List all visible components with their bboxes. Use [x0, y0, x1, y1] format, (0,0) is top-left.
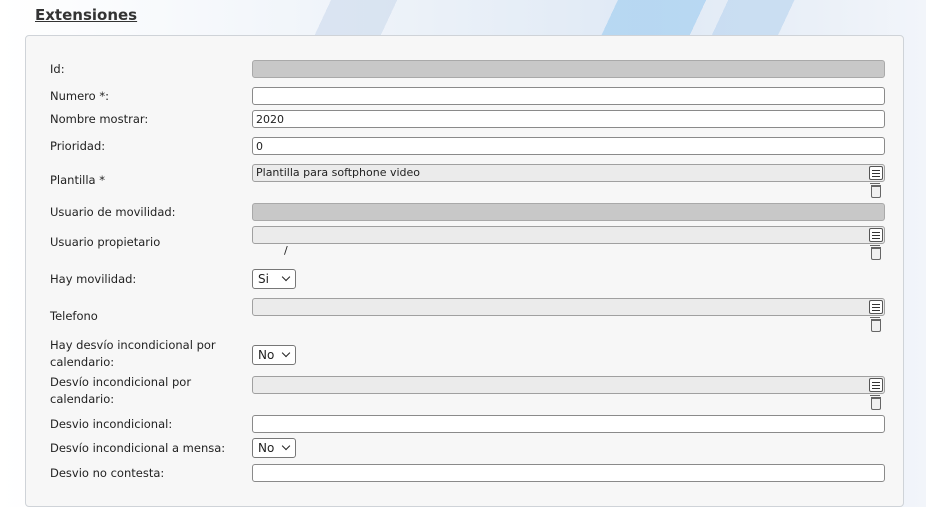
plantilla-value: Plantilla para softphone video: [256, 166, 421, 179]
label-hay-movilidad: Hay movilidad:: [50, 272, 137, 286]
label-plantilla: Plantilla *: [50, 173, 106, 187]
id-field: [252, 60, 885, 78]
hay-desvio-calendario-select[interactable]: No: [252, 345, 296, 365]
trash-icon[interactable]: [870, 183, 881, 198]
numero-input[interactable]: [252, 87, 885, 105]
list-icon[interactable]: [869, 300, 883, 314]
label-prioridad: Prioridad:: [50, 139, 106, 153]
desvio-calendario-field[interactable]: [252, 376, 885, 394]
desvio-no-contesta-input[interactable]: [252, 464, 885, 482]
label-nombre-mostrar: Nombre mostrar:: [50, 112, 149, 126]
trash-icon[interactable]: [870, 245, 881, 260]
label-desvio-incondicional: Desvio incondicional:: [50, 417, 173, 431]
chevron-down-icon: [281, 348, 291, 358]
trash-icon[interactable]: [870, 395, 881, 410]
usuario-propietario-value: /: [276, 244, 288, 257]
desvio-incondicional-input[interactable]: [252, 415, 885, 433]
list-icon[interactable]: [869, 166, 883, 180]
chevron-down-icon: [281, 272, 291, 282]
label-usuario-movilidad: Usuario de movilidad:: [50, 205, 176, 219]
extension-form-panel: Id: Numero *: Nombre mostrar: Prioridad:…: [25, 35, 904, 507]
chevron-down-icon: [281, 441, 291, 451]
nombre-mostrar-input[interactable]: [252, 110, 885, 128]
desvio-mensa-value: No: [258, 441, 275, 455]
list-icon[interactable]: [869, 378, 883, 392]
label-usuario-propietario: Usuario propietario: [50, 235, 161, 249]
desvio-mensa-select[interactable]: No: [252, 438, 296, 458]
hay-movilidad-select[interactable]: Si: [252, 269, 296, 289]
label-id: Id:: [50, 62, 65, 76]
plantilla-field[interactable]: Plantilla para softphone video: [252, 164, 885, 182]
label-desvio-mensa: Desvío incondicional a mensa:: [50, 441, 226, 455]
label-telefono: Telefono: [50, 309, 98, 323]
usuario-movilidad-field: [252, 203, 885, 221]
label-hay-desvio-calendario: Hay desvío incondicional por calendario:: [50, 338, 216, 369]
page-title: Extensiones: [35, 6, 138, 24]
usuario-propietario-field[interactable]: /: [252, 226, 885, 257]
label-desvio-calendario: Desvío incondicional por calendario:: [50, 375, 192, 406]
telefono-field[interactable]: [252, 298, 885, 316]
label-numero: Numero *:: [50, 89, 109, 103]
hay-movilidad-value: Si: [258, 272, 269, 286]
trash-icon[interactable]: [870, 317, 881, 332]
label-desvio-no-contesta: Desvio no contesta:: [50, 466, 165, 480]
hay-desvio-calendario-value: No: [258, 348, 275, 362]
list-icon[interactable]: [869, 228, 883, 242]
prioridad-input[interactable]: [252, 137, 885, 155]
